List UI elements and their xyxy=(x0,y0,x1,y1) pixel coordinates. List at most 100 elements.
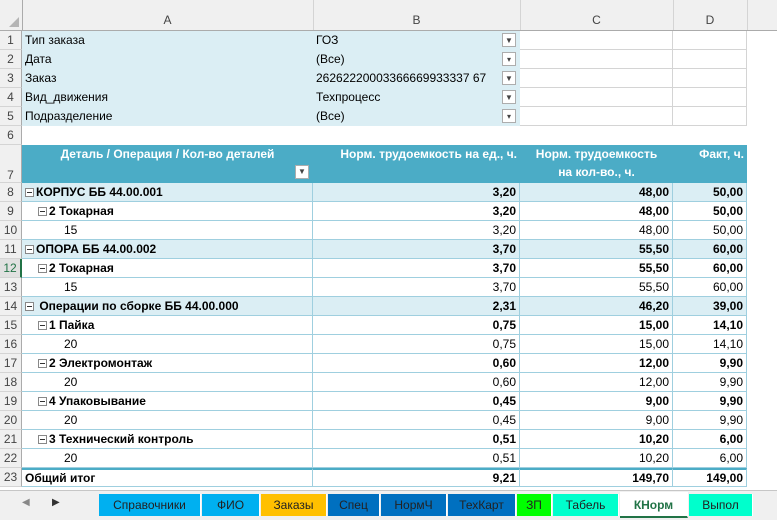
sheet-tab-3[interactable]: Заказы xyxy=(261,494,327,516)
filter-value[interactable]: 26262220003366669933337 67 xyxy=(313,69,520,88)
column-header-c[interactable]: C xyxy=(520,0,674,30)
pivot-row-label[interactable]: КОРПУС ББ 44.00.001 xyxy=(22,183,313,202)
pivot-value-b[interactable]: 0,75 xyxy=(313,316,520,335)
pivot-row-label[interactable]: 2 Токарная xyxy=(22,202,313,221)
pivot-value-c[interactable]: 46,20 xyxy=(520,297,673,316)
pivot-row-label[interactable]: 1 Пайка xyxy=(22,316,313,335)
row-number[interactable]: 21 xyxy=(0,430,22,449)
pivot-value-c[interactable]: 10,20 xyxy=(520,430,673,449)
collapse-toggle-icon[interactable] xyxy=(25,302,34,311)
pivot-value-c[interactable]: 12,00 xyxy=(520,354,673,373)
filter-label[interactable]: Тип заказа xyxy=(22,31,313,50)
filter-active-icon[interactable]: ▼ xyxy=(502,71,516,85)
row-number[interactable]: 18 xyxy=(0,373,22,392)
pivot-value-d[interactable]: 9,90 xyxy=(673,354,747,373)
pivot-row-label[interactable]: 20 xyxy=(22,373,313,392)
filter-active-icon[interactable]: ▼ xyxy=(502,33,516,47)
empty-cell[interactable] xyxy=(520,69,673,88)
empty-cell[interactable] xyxy=(673,31,747,50)
pivot-value-d[interactable]: 60,00 xyxy=(673,259,747,278)
pivot-value-d[interactable]: 50,00 xyxy=(673,221,747,240)
sheet-tab-5[interactable]: НормЧ xyxy=(381,494,447,516)
sheet-tab-8[interactable]: Табель xyxy=(553,494,619,516)
pivot-header-norm-qty[interactable]: Норм. трудоемкость на кол-во., ч. xyxy=(520,145,673,183)
pivot-row-label[interactable]: ОПОРА ББ 44.00.002 xyxy=(22,240,313,259)
row-number[interactable]: 13 xyxy=(0,278,22,297)
pivot-value-d[interactable]: 60,00 xyxy=(673,278,747,297)
row-number[interactable]: 15 xyxy=(0,316,22,335)
sheet-tab-2[interactable]: ФИО xyxy=(202,494,260,516)
pivot-value-c[interactable]: 9,00 xyxy=(520,392,673,411)
row-number[interactable]: 20 xyxy=(0,411,22,430)
collapse-toggle-icon[interactable] xyxy=(38,207,47,216)
pivot-value-d[interactable]: 6,00 xyxy=(673,430,747,449)
filter-active-icon[interactable]: ▼ xyxy=(502,90,516,104)
pivot-row-label[interactable]: 15 xyxy=(22,221,313,240)
sheet-tab-10[interactable]: Выпол xyxy=(689,494,753,516)
row-number[interactable]: 19 xyxy=(0,392,22,411)
column-header-b[interactable]: B xyxy=(313,0,521,30)
row-number[interactable]: 10 xyxy=(0,221,22,240)
pivot-value-b[interactable]: 0,60 xyxy=(313,354,520,373)
row-number[interactable]: 3 xyxy=(0,69,22,88)
pivot-row-label[interactable]: 4 Упаковывание xyxy=(22,392,313,411)
row-number[interactable]: 22 xyxy=(0,449,22,468)
collapse-toggle-icon[interactable] xyxy=(25,245,34,254)
sheet-tab-4[interactable]: Спец xyxy=(328,494,380,516)
pivot-row-label[interactable]: Общий итог xyxy=(22,468,313,487)
pivot-value-b[interactable]: 3,70 xyxy=(313,278,520,297)
pivot-header-fact[interactable]: Факт, ч. xyxy=(673,145,747,183)
filter-value[interactable]: (Все) xyxy=(313,107,520,126)
collapse-toggle-icon[interactable] xyxy=(38,321,47,330)
collapse-toggle-icon[interactable] xyxy=(38,435,47,444)
sheet-tab-9[interactable]: КНорм xyxy=(620,492,688,518)
pivot-value-b[interactable]: 3,20 xyxy=(313,202,520,221)
sheet-tab-6[interactable]: ТехКарт xyxy=(448,494,516,516)
pivot-row-label[interactable]: 2 Токарная xyxy=(22,259,313,278)
pivot-value-c[interactable]: 10,20 xyxy=(520,449,673,468)
row-number[interactable]: 8 xyxy=(0,183,22,202)
dropdown-arrow-icon[interactable]: ▾ xyxy=(502,52,516,66)
pivot-value-c[interactable]: 15,00 xyxy=(520,335,673,354)
pivot-value-b[interactable]: 3,70 xyxy=(313,259,520,278)
pivot-value-c[interactable]: 48,00 xyxy=(520,202,673,221)
pivot-value-d[interactable]: 14,10 xyxy=(673,316,747,335)
pivot-value-d[interactable]: 14,10 xyxy=(673,335,747,354)
filter-label[interactable]: Заказ xyxy=(22,69,313,88)
row-number[interactable]: 9 xyxy=(0,202,22,221)
filter-value[interactable]: Техпроцесс xyxy=(313,88,520,107)
row-number[interactable]: 14 xyxy=(0,297,22,316)
pivot-row-label[interactable]: 3 Технический контроль xyxy=(22,430,313,449)
pivot-value-b[interactable]: 0,60 xyxy=(313,373,520,392)
row-number[interactable]: 1 xyxy=(0,31,22,50)
tab-scroll-right-icon[interactable]: ▶ xyxy=(52,497,60,508)
pivot-value-b[interactable]: 2,31 xyxy=(313,297,520,316)
pivot-value-d[interactable]: 50,00 xyxy=(673,202,747,221)
spreadsheet-grid[interactable]: A B C D 1 Тип заказа ГОЗ ▼ 2 Дата (Все) ▾ 3 Заказ… xyxy=(0,0,777,490)
row-number[interactable]: 16 xyxy=(0,335,22,354)
pivot-value-c[interactable]: 15,00 xyxy=(520,316,673,335)
pivot-value-b[interactable]: 3,20 xyxy=(313,183,520,202)
pivot-value-b[interactable]: 0,45 xyxy=(313,411,520,430)
collapse-toggle-icon[interactable] xyxy=(38,359,47,368)
pivot-value-b[interactable]: 3,20 xyxy=(313,221,520,240)
pivot-value-b[interactable]: 0,51 xyxy=(313,449,520,468)
filter-value[interactable]: (Все) xyxy=(313,50,520,69)
pivot-value-c[interactable]: 55,50 xyxy=(520,259,673,278)
empty-cell[interactable] xyxy=(673,50,747,69)
empty-cell[interactable] xyxy=(520,88,673,107)
row-number[interactable]: 11 xyxy=(0,240,22,259)
sheet-tab-1[interactable]: Справочники xyxy=(99,494,201,516)
pivot-row-label[interactable]: 2 Электромонтаж xyxy=(22,354,313,373)
row-number[interactable]: 6 xyxy=(0,126,22,145)
row-label-filter-icon[interactable]: ▼ xyxy=(295,165,309,179)
pivot-value-b[interactable]: 0,75 xyxy=(313,335,520,354)
pivot-row-label[interactable]: 20 xyxy=(22,335,313,354)
pivot-value-c[interactable]: 149,70 xyxy=(520,468,673,487)
collapse-toggle-icon[interactable] xyxy=(38,264,47,273)
pivot-value-b[interactable]: 3,70 xyxy=(313,240,520,259)
sheet-tab-7[interactable]: ЗП xyxy=(517,494,552,516)
row-number[interactable]: 2 xyxy=(0,50,22,69)
empty-cell[interactable] xyxy=(520,107,673,126)
pivot-value-c[interactable]: 48,00 xyxy=(520,183,673,202)
